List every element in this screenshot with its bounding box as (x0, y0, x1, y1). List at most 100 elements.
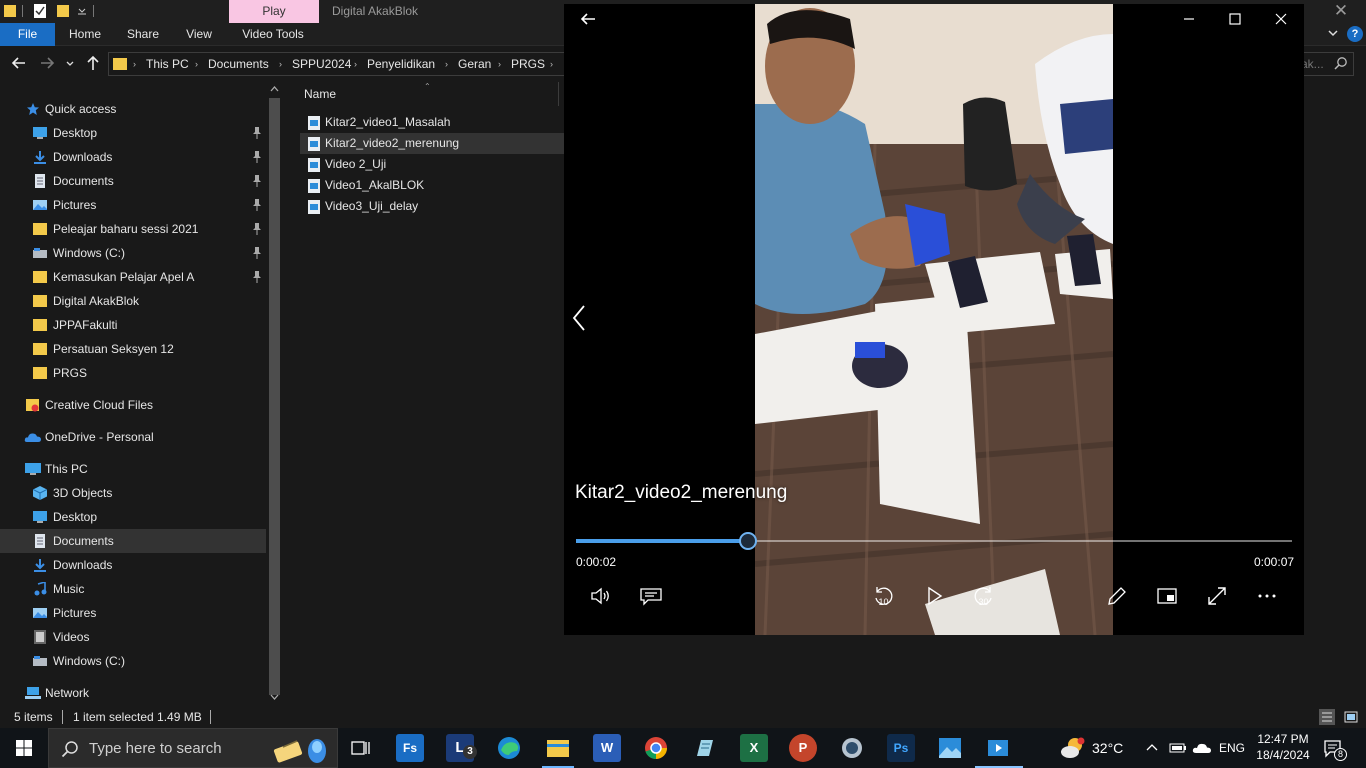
details-view-icon[interactable] (1319, 709, 1335, 725)
quick-access-item[interactable]: Digital AkakBlok (0, 289, 266, 313)
file-explorer-icon[interactable] (544, 734, 572, 762)
excel-icon[interactable]: X (740, 734, 768, 762)
minimize-icon[interactable] (1179, 10, 1199, 28)
file-row[interactable]: Video 2_Uji (300, 154, 570, 175)
breadcrumb-separator[interactable]: › (195, 53, 198, 75)
properties-icon[interactable] (34, 4, 46, 18)
forward-arrow-icon[interactable] (38, 54, 56, 72)
scroll-up-icon[interactable] (269, 84, 280, 94)
seek-bar[interactable] (576, 532, 1292, 550)
subtitles-icon[interactable] (639, 584, 663, 608)
large-icons-view-icon[interactable] (1343, 709, 1359, 725)
breadcrumb-separator[interactable]: › (445, 53, 448, 75)
breadcrumb-documents[interactable]: Documents (208, 53, 269, 75)
scroll-down-icon[interactable] (269, 692, 280, 702)
quick-access-item[interactable]: Peleajar baharu sessi 2021 (0, 217, 266, 241)
quick-access-item[interactable]: Pictures (0, 193, 266, 217)
qa-customize-icon[interactable] (76, 4, 88, 18)
pin-icon[interactable] (252, 175, 262, 187)
weather-icon[interactable] (1059, 735, 1087, 761)
back-arrow-icon[interactable] (10, 54, 28, 72)
chevron-down-icon[interactable] (1326, 26, 1340, 40)
photoshop-icon[interactable]: Ps (887, 734, 915, 762)
windows-start-icon[interactable] (4, 728, 44, 768)
this-pc-item[interactable]: Pictures (0, 601, 266, 625)
this-pc-item[interactable]: 3D Objects (0, 481, 266, 505)
breadcrumb-penyelidikan[interactable]: Penyelidikan (367, 53, 435, 75)
tab-play[interactable]: Play (229, 0, 319, 23)
volume-icon[interactable] (589, 584, 613, 608)
quick-access-item[interactable]: Windows (C:) (0, 241, 266, 265)
this-pc-item[interactable]: Music (0, 577, 266, 601)
this-pc[interactable]: This PC (0, 457, 266, 481)
this-pc-item[interactable]: Documents (0, 529, 266, 553)
nav-scrollbar[interactable] (266, 82, 283, 706)
breadcrumb-sppu2024[interactable]: SPPU2024 (292, 53, 351, 75)
this-pc-item[interactable]: Desktop (0, 505, 266, 529)
more-options-icon[interactable] (1255, 584, 1279, 608)
tab-view[interactable]: View (174, 23, 224, 46)
word-icon[interactable]: W (593, 734, 621, 762)
maximize-icon[interactable] (1225, 10, 1245, 28)
pin-icon[interactable] (252, 223, 262, 235)
breadcrumb-this-pc[interactable]: This PC (146, 53, 189, 75)
battery-icon[interactable] (1169, 741, 1187, 755)
file-row[interactable]: Video3_Uji_delay (300, 196, 570, 217)
help-button[interactable]: ? (1347, 26, 1363, 42)
quick-access[interactable]: Quick access (0, 97, 266, 121)
quick-access-item[interactable]: Kemasukan Pelajar Apel A (0, 265, 266, 289)
play-icon[interactable] (922, 584, 946, 608)
seek-bar-thumb[interactable] (739, 532, 757, 550)
breadcrumb-separator[interactable]: › (279, 53, 282, 75)
tab-share[interactable]: Share (116, 23, 170, 46)
search-icon[interactable] (1334, 56, 1348, 70)
chrome-icon[interactable] (642, 734, 670, 762)
file-row[interactable]: Kitar2_video2_merenung (300, 133, 570, 154)
recent-locations-icon[interactable] (64, 54, 76, 72)
notepad-app-icon[interactable] (691, 734, 719, 762)
show-hidden-icons-chevron-up-icon[interactable] (1145, 741, 1159, 755)
input-language[interactable]: ENG (1219, 728, 1245, 768)
back-arrow-icon[interactable] (578, 10, 598, 28)
network[interactable]: Network (0, 681, 266, 705)
this-pc-item[interactable]: Videos (0, 625, 266, 649)
clock[interactable]: 12:47 PM 18/4/2024 (1252, 731, 1314, 763)
taskbar-search-box[interactable]: Type here to search (48, 728, 338, 768)
pin-icon[interactable] (252, 271, 262, 283)
new-folder-icon[interactable] (57, 4, 69, 18)
tab-video-tools[interactable]: Video Tools (230, 23, 316, 46)
this-pc-item[interactable]: Windows (C:) (0, 649, 266, 673)
breadcrumb-separator[interactable]: › (133, 53, 136, 75)
fs-app-icon[interactable]: Fs (396, 734, 424, 762)
onedrive-personal[interactable]: OneDrive - Personal (0, 425, 266, 449)
quick-access-item[interactable]: JPPAFakulti (0, 313, 266, 337)
quick-access-item[interactable]: Downloads (0, 145, 266, 169)
address-bar[interactable]: › This PC › Documents › SPPU2024 › Penye… (108, 52, 568, 76)
onedrive-cloud-icon[interactable] (1192, 740, 1212, 756)
task-view-icon[interactable] (346, 734, 374, 762)
fullscreen-icon[interactable] (1205, 584, 1229, 608)
column-divider[interactable] (558, 82, 559, 106)
skip-back-10-icon[interactable]: 10 (871, 584, 895, 608)
photos-app-icon[interactable] (936, 734, 964, 762)
powerpoint-icon[interactable]: P (789, 734, 817, 762)
file-row[interactable]: Kitar2_video1_Masalah (300, 112, 570, 133)
nav-scroll-thumb[interactable] (269, 98, 280, 695)
pin-icon[interactable] (252, 247, 262, 259)
camera-app-icon[interactable] (838, 734, 866, 762)
close-icon[interactable] (1271, 10, 1291, 28)
media-player-icon[interactable] (985, 734, 1013, 762)
quick-access-item[interactable]: Documents (0, 169, 266, 193)
weather-temperature[interactable]: 32°C (1092, 728, 1123, 768)
quick-access-item[interactable]: PRGS (0, 361, 266, 385)
breadcrumb-prgs[interactable]: PRGS (511, 53, 545, 75)
breadcrumb-separator[interactable]: › (354, 53, 357, 75)
skip-forward-30-icon[interactable]: 30 (972, 584, 996, 608)
creative-cloud-files[interactable]: Creative Cloud Files (0, 393, 266, 417)
this-pc-item[interactable]: Downloads (0, 553, 266, 577)
quick-access-item[interactable]: Persatuan Seksyen 12 (0, 337, 266, 361)
pin-icon[interactable] (252, 199, 262, 211)
edit-pencil-icon[interactable] (1105, 584, 1129, 608)
previous-media-icon[interactable] (570, 304, 588, 332)
tab-home[interactable]: Home (58, 23, 112, 46)
